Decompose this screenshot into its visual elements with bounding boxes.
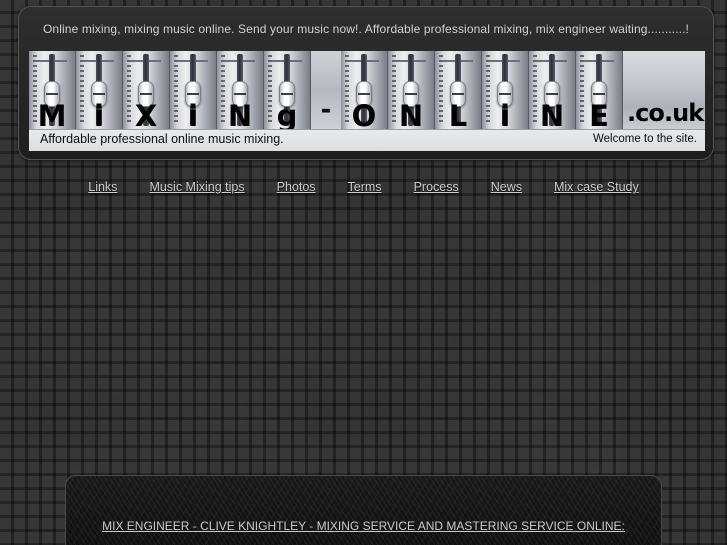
banner-letter: M [37,99,67,133]
mix-engineer-heading-link[interactable]: MIX ENGINEER - CLIVE KNIGHTLEY - MIXING … [66,519,661,533]
mixer-channel-l-channels22: L [435,51,482,133]
fader-detent-mark [148,60,161,62]
mixer-channel-n-channels4: N [217,51,264,133]
mixer-channel-n-channels24: N [529,51,576,133]
mixer-channel-g-channels5: g [264,51,311,133]
banner-caption-right: Welcome to the site. [593,133,697,145]
banner-tld-text: .co.uk [627,99,704,127]
content-panel: MIX ENGINEER - CLIVE KNIGHTLEY - MIXING … [65,475,662,545]
nav-link-news[interactable]: News [491,180,522,194]
fader-detent-mark [554,60,567,62]
mixer-channel-e-channels25: E [576,51,623,133]
banner-separator-glyph: - [320,95,332,125]
site-banner: Mi Xi Ng - O N Li N E .co.uk Affordable professio… [29,51,705,151]
fader-detent-mark [601,60,614,62]
banner-letter: N [227,99,253,133]
banner-letter: L [448,99,468,133]
banner-letter: i [94,99,104,133]
header-panel: Online mixing, mixing music online. Send… [18,6,714,160]
banner-caption-left: Affordable professional online music mix… [40,132,284,146]
mixer-channel-n-channels21: N [388,51,435,133]
mixer-channel-i-channels23: i [482,51,529,133]
fader-detent-mark [195,60,208,62]
banner-letter: O [351,99,377,133]
banner-letter: N [539,99,565,133]
banner-letter: X [134,99,158,133]
nav-link-process[interactable]: Process [414,180,459,194]
mixer-channel-i-channels3: i [170,51,217,133]
fader-detent-mark [366,60,379,62]
mixer-channel-o-channels20: O [341,51,388,133]
nav-link-terms[interactable]: Terms [348,180,382,194]
site-tagline: Online mixing, mixing music online. Send… [42,22,690,36]
fader-detent-mark [242,60,255,62]
banner-letter: E [589,99,609,133]
banner-separator: - [311,51,341,129]
nav-link-links[interactable]: Links [88,180,117,194]
fader-detent-mark [413,60,426,62]
banner-mixer-channels: Mi Xi Ng - O N Li N E .co.uk [29,51,705,133]
nav-link-music-mixing-tips[interactable]: Music Mixing tips [149,180,244,194]
mixer-channel-x-channels2: X [123,51,170,133]
fader-detent-mark [460,60,473,62]
mixer-channel-i-channels1: i [76,51,123,133]
mixer-channel-m-channels0: M [29,51,76,133]
fader-detent-mark [54,60,67,62]
nav-link-photos[interactable]: Photos [277,180,316,194]
banner-caption-strip: Affordable professional online music mix… [29,129,705,151]
fader-detent-mark [289,60,302,62]
nav-link-mix-case-study[interactable]: Mix case Study [554,180,639,194]
fader-detent-mark [101,60,114,62]
banner-letter: N [398,99,424,133]
banner-tld-panel: .co.uk [623,51,705,129]
banner-letter: g [276,99,298,133]
banner-letter: i [500,99,510,133]
banner-letter: i [188,99,198,133]
main-navigation: Links Music Mixing tips Photos Terms Process… [0,178,727,196]
fader-detent-mark [507,60,520,62]
